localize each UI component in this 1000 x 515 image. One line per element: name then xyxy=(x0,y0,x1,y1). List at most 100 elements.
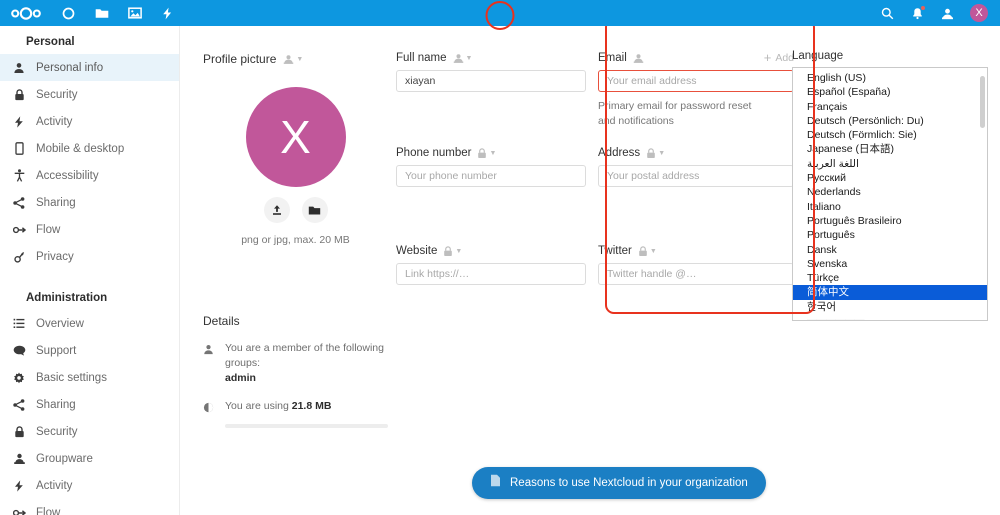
full-name-field-group: Full name ▼ xyxy=(396,52,586,92)
full-name-label: Full name xyxy=(396,52,447,64)
language-option[interactable]: 한국어 xyxy=(793,300,987,314)
contacts-scope-icon xyxy=(284,54,294,64)
language-option[interactable]: Svenska xyxy=(793,257,987,271)
email-scope-selector[interactable] xyxy=(633,53,644,64)
upload-avatar-button[interactable] xyxy=(263,197,290,223)
nextcloud-logo[interactable] xyxy=(0,6,52,20)
phone-scope-selector[interactable]: ▼ xyxy=(477,147,497,159)
language-option[interactable]: Dansk xyxy=(793,243,987,257)
sidebar-item-mobile-desktop[interactable]: Mobile & desktop xyxy=(0,135,179,162)
sidebar-item-privacy[interactable]: Privacy xyxy=(0,243,179,270)
sidebar-item-sharing[interactable]: Sharing xyxy=(0,189,179,216)
twitter-input[interactable] xyxy=(598,263,794,285)
notifications-icon[interactable] xyxy=(902,0,932,26)
full-name-scope-selector[interactable]: ▼ xyxy=(453,53,472,64)
reasons-to-use-nextcloud-button[interactable]: Reasons to use Nextcloud in your organiz… xyxy=(472,467,766,499)
address-field-group: Address ▼ xyxy=(598,147,794,187)
activity-icon[interactable] xyxy=(151,0,184,26)
sidebar-item-security[interactable]: Security xyxy=(0,81,179,108)
profile-avatar: X xyxy=(245,87,346,187)
contacts-scope-icon xyxy=(633,53,644,63)
sidebar-item-label: Flow xyxy=(36,506,61,515)
sidebar-item-flow[interactable]: Flow xyxy=(0,216,179,243)
person-icon xyxy=(8,57,30,79)
choose-from-files-button[interactable] xyxy=(301,197,328,223)
share-icon xyxy=(8,394,30,416)
language-option[interactable]: —————— xyxy=(793,314,987,320)
sidebar-item-label: Mobile & desktop xyxy=(36,142,125,155)
profile-picture-title-row: Profile picture ▼ xyxy=(203,52,388,66)
notification-badge xyxy=(921,6,925,10)
address-label: Address xyxy=(598,147,641,159)
address-input[interactable] xyxy=(598,165,794,187)
language-option[interactable]: 简体中文 xyxy=(793,285,987,300)
email-input[interactable] xyxy=(598,70,794,92)
address-scope-selector[interactable]: ▼ xyxy=(646,147,666,159)
language-option[interactable]: Nederlands xyxy=(793,185,987,199)
sidebar-item-admin-flow[interactable]: Flow xyxy=(0,499,179,515)
files-icon[interactable] xyxy=(85,0,118,26)
cta-label: Reasons to use Nextcloud in your organiz… xyxy=(510,477,748,489)
sidebar-item-support[interactable]: Support xyxy=(0,337,179,364)
lock-icon xyxy=(8,421,30,443)
language-option[interactable]: Italiano xyxy=(793,200,987,214)
contacts-icon[interactable] xyxy=(932,0,962,26)
privacy-icon xyxy=(8,246,30,268)
language-option[interactable]: Русский xyxy=(793,171,987,185)
twitter-scope-selector[interactable]: ▼ xyxy=(638,245,657,257)
language-option[interactable]: Português xyxy=(793,228,987,242)
chevron-down-icon: ▼ xyxy=(489,149,497,157)
sidebar-item-groupware[interactable]: Groupware xyxy=(0,445,179,472)
sidebar-item-admin-security[interactable]: Security xyxy=(0,418,179,445)
sidebar-item-admin-activity[interactable]: Activity xyxy=(0,472,179,499)
user-avatar-menu[interactable]: X xyxy=(962,0,996,26)
photos-icon[interactable] xyxy=(118,0,151,26)
chevron-down-icon: ▼ xyxy=(296,55,304,63)
flow-icon xyxy=(8,502,30,515)
accessibility-icon xyxy=(8,165,30,187)
language-option[interactable]: Português Brasileiro xyxy=(793,214,987,228)
language-scrollbar[interactable] xyxy=(980,76,985,128)
dashboard-icon[interactable] xyxy=(52,0,85,26)
add-email-button[interactable]: + Add xyxy=(763,50,794,65)
quota-text: You are using 21.8 MB xyxy=(225,399,331,418)
language-option[interactable]: Deutsch (Persönlich: Du) xyxy=(793,114,987,128)
sidebar-item-admin-sharing[interactable]: Sharing xyxy=(0,391,179,418)
search-icon[interactable] xyxy=(872,0,902,26)
support-icon xyxy=(8,340,30,362)
website-label: Website xyxy=(396,245,438,257)
sidebar-item-overview[interactable]: Overview xyxy=(0,310,179,337)
language-field-group: Language English (US) Español (España) Fra… xyxy=(792,50,988,321)
sidebar-item-accessibility[interactable]: Accessibility xyxy=(0,162,179,189)
sidebar-item-label: Overview xyxy=(36,317,84,330)
website-input[interactable] xyxy=(396,263,586,285)
list-icon xyxy=(8,313,30,335)
full-name-label-row: Full name ▼ xyxy=(396,52,586,64)
settings-sidebar[interactable]: Personal Personal info Security Activity… xyxy=(0,26,180,515)
language-option[interactable]: Türkçe xyxy=(793,271,987,285)
gear-icon xyxy=(8,367,30,389)
groups-detail-text: You are a member of the following groups… xyxy=(225,341,403,386)
full-name-input[interactable] xyxy=(396,70,586,92)
language-option[interactable]: Japanese (日本語) xyxy=(793,142,987,156)
phone-input[interactable] xyxy=(396,165,586,187)
header-actions: X xyxy=(872,0,1000,26)
language-option[interactable]: Français xyxy=(793,100,987,114)
language-option[interactable]: Español (España) xyxy=(793,85,987,99)
language-dropdown-list[interactable]: English (US) Español (España) Français Deut… xyxy=(792,67,988,321)
plus-icon: + xyxy=(763,50,772,65)
chevron-down-icon: ▼ xyxy=(658,149,666,157)
sidebar-item-personal-info[interactable]: Personal info xyxy=(0,54,179,81)
address-label-row: Address ▼ xyxy=(598,147,794,159)
sidebar-heading-administration: Administration xyxy=(26,292,108,304)
profile-scope-selector[interactable]: ▼ xyxy=(283,54,303,65)
sidebar-item-activity[interactable]: Activity xyxy=(0,108,179,135)
quota-prefix: You are using xyxy=(225,400,292,412)
twitter-label: Twitter xyxy=(598,245,632,257)
website-scope-selector[interactable]: ▼ xyxy=(443,245,462,257)
language-option[interactable]: English (US) xyxy=(793,71,987,85)
sidebar-item-basic-settings[interactable]: Basic settings xyxy=(0,364,179,391)
language-option[interactable]: اللغة العربية xyxy=(793,157,987,171)
language-option[interactable]: Deutsch (Förmlich: Sie) xyxy=(793,128,987,142)
storage-icon xyxy=(203,399,225,418)
